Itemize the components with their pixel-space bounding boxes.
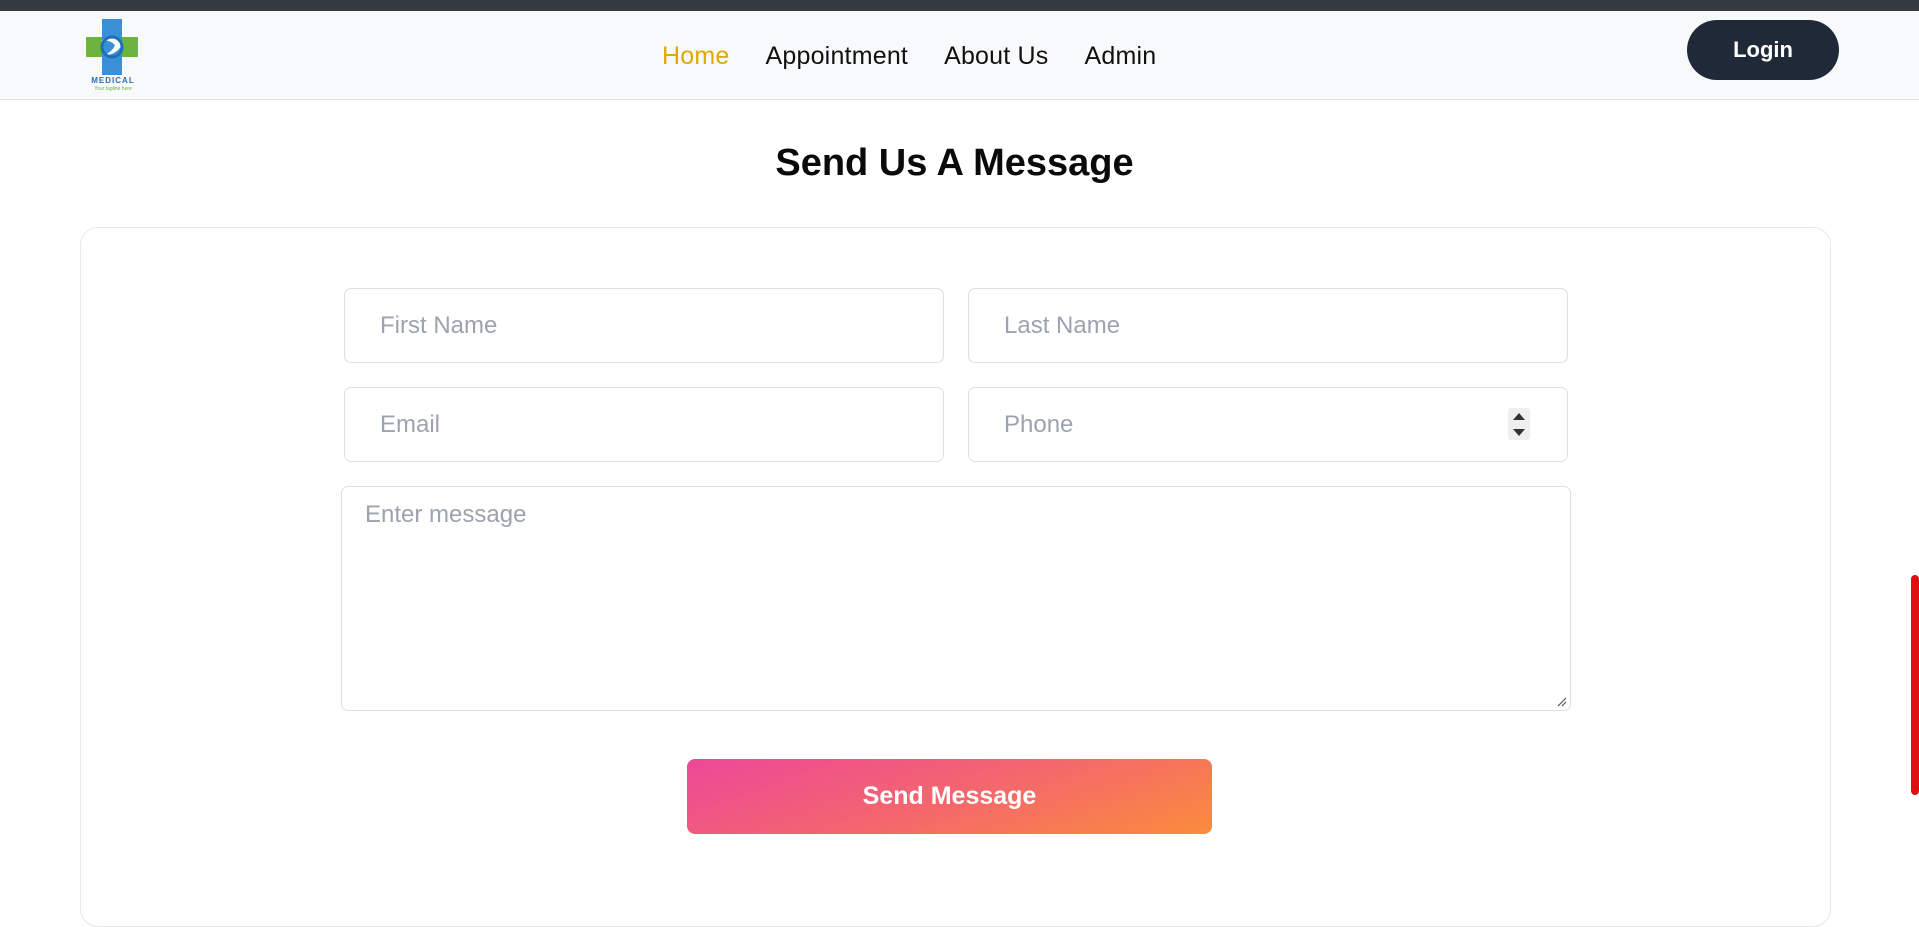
spinner-down-icon[interactable] xyxy=(1513,428,1525,436)
phone-input[interactable] xyxy=(968,387,1568,462)
login-button[interactable]: Login xyxy=(1687,20,1839,80)
phone-spinner[interactable] xyxy=(1508,408,1530,440)
navbar: MEDICAL Your tagline here Home Appointme… xyxy=(0,11,1919,100)
first-name-input[interactable] xyxy=(344,288,944,363)
message-textarea[interactable] xyxy=(341,486,1571,711)
last-name-input[interactable] xyxy=(968,288,1568,363)
resize-grip-icon[interactable] xyxy=(1555,695,1567,707)
nav-appointment-link[interactable]: Appointment xyxy=(766,42,909,71)
logo[interactable]: MEDICAL Your tagline here xyxy=(84,17,142,95)
scrollbar-thumb[interactable] xyxy=(1911,575,1919,795)
nav-home-link[interactable]: Home xyxy=(662,42,730,71)
logo-tagline: Your tagline here xyxy=(94,86,132,92)
top-dark-strip xyxy=(0,0,1919,11)
send-message-button[interactable]: Send Message xyxy=(687,759,1212,834)
page-title: Send Us A Message xyxy=(775,142,1134,184)
main-nav: Home Appointment About Us Admin xyxy=(662,42,1156,71)
nav-about-us-link[interactable]: About Us xyxy=(944,42,1048,71)
nav-admin-link[interactable]: Admin xyxy=(1085,42,1157,71)
spinner-up-icon[interactable] xyxy=(1513,412,1525,420)
email-input[interactable] xyxy=(344,387,944,462)
logo-text: MEDICAL xyxy=(91,76,135,85)
